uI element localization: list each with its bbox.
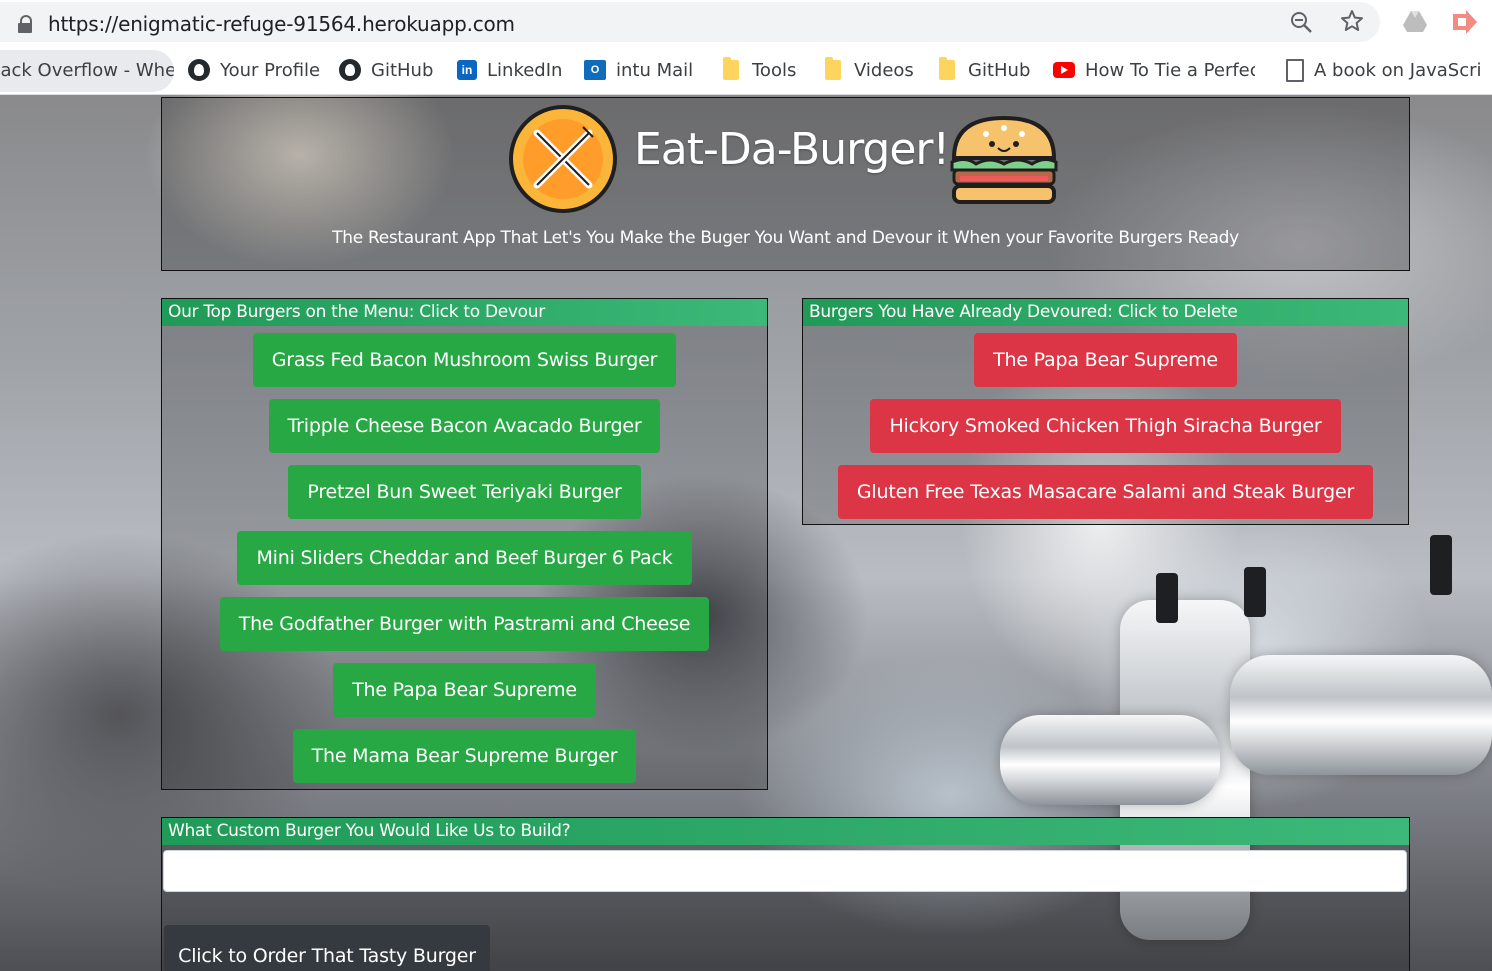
folder-icon [939, 57, 955, 80]
url-text[interactable]: https://enigmatic-refuge-91564.herokuapp… [48, 12, 515, 36]
bookmark-folder-videos[interactable]: Videos [822, 46, 914, 94]
bookmark-folder-github[interactable]: GitHub [936, 46, 1030, 94]
tap-handle-decoration [1244, 567, 1266, 617]
outlook-icon: O [584, 60, 606, 80]
devour-burger-button[interactable]: The Mama Bear Supreme Burger [292, 729, 637, 783]
order-panel-heading: What Custom Burger You Would Like Us to … [162, 818, 1409, 845]
bookmark-linkedin[interactable]: in LinkedIn [457, 46, 562, 94]
bookmark-label: Stack Overflow - Whe [0, 60, 174, 81]
burger-logo-icon [950, 115, 1058, 204]
devour-burger-button[interactable]: Grass Fed Bacon Mushroom Swiss Burger [252, 333, 677, 387]
bookmark-label: intu Mail [616, 59, 694, 81]
devour-burger-button[interactable]: The Papa Bear Supreme [333, 663, 596, 717]
folder-icon [825, 57, 841, 80]
site-title: Eat-Da-Burger! [634, 124, 950, 175]
order-burger-button[interactable]: Click to Order That Tasty Burger [164, 925, 490, 971]
bookmark-github[interactable]: GitHub [339, 46, 433, 94]
bookmark-label: Videos [854, 59, 914, 81]
bookmark-label: Your Profile [220, 59, 321, 81]
bookmark-label: Tools [752, 59, 797, 81]
bookmark-star-icon[interactable] [1340, 9, 1364, 33]
drive-extension-icon[interactable] [1402, 10, 1428, 34]
bookmarks-bar: Stack Overflow - Whe Your Profile GitHub… [0, 46, 1492, 95]
github-icon [188, 59, 210, 81]
menu-burgers-panel: Our Top Burgers on the Menu: Click to De… [161, 298, 768, 790]
devour-burger-button[interactable]: The Godfather Burger with Pastrami and C… [219, 597, 710, 651]
bookmark-stackoverflow[interactable]: Stack Overflow - Whe [0, 50, 174, 92]
beer-tap-decoration [1230, 655, 1492, 775]
beer-tap-decoration [1000, 715, 1220, 805]
bookmark-intu-mail[interactable]: O intu Mail [584, 46, 693, 94]
document-icon [1286, 58, 1304, 82]
bookmark-youtube-tie[interactable]: How To Tie a Perfect [1053, 46, 1255, 94]
bookmark-label: GitHub [968, 59, 1031, 81]
tap-handle-decoration [1156, 573, 1178, 623]
bookmark-folder-tools[interactable]: Tools [720, 46, 796, 94]
youtube-icon [1053, 62, 1075, 78]
devoured-burgers-panel: Burgers You Have Already Devoured: Click… [802, 298, 1409, 525]
order-form-panel: What Custom Burger You Would Like Us to … [161, 817, 1410, 971]
utensils-logo-icon [509, 105, 617, 213]
browser-toolbar: https://enigmatic-refuge-91564.herokuapp… [0, 0, 1492, 46]
extension-icon[interactable] [1450, 10, 1478, 34]
linkedin-icon: in [457, 60, 477, 80]
folder-icon [723, 57, 739, 80]
address-bar[interactable]: https://enigmatic-refuge-91564.herokuapp… [0, 2, 1380, 42]
bookmark-js-book[interactable]: A book on JavaScript [1286, 46, 1482, 94]
bookmark-label: LinkedIn [487, 59, 563, 81]
delete-burger-button[interactable]: Gluten Free Texas Masacare Salami and St… [837, 465, 1374, 519]
page-background: Eat-Da-Burger! The Restaurant App That L… [0, 95, 1492, 971]
github-icon [339, 59, 361, 81]
bookmark-label: GitHub [371, 59, 434, 81]
devoured-panel-heading: Burgers You Have Already Devoured: Click… [803, 299, 1408, 326]
header-jumbotron: Eat-Da-Burger! The Restaurant App That L… [161, 97, 1410, 271]
delete-burger-button[interactable]: Hickory Smoked Chicken Thigh Siracha Bur… [870, 399, 1341, 453]
custom-burger-input[interactable] [163, 850, 1407, 892]
delete-burger-button[interactable]: The Papa Bear Supreme [974, 333, 1237, 387]
bookmark-label: A book on JavaScript [1314, 59, 1482, 81]
bookmark-your-profile[interactable]: Your Profile [188, 46, 320, 94]
tap-handle-decoration [1430, 535, 1452, 595]
devour-burger-button[interactable]: Tripple Cheese Bacon Avacado Burger [268, 399, 661, 453]
site-tagline: The Restaurant App That Let's You Make t… [332, 228, 1239, 248]
devour-burger-button[interactable]: Pretzel Bun Sweet Teriyaki Burger [288, 465, 641, 519]
lock-icon[interactable] [18, 15, 32, 33]
menu-panel-heading: Our Top Burgers on the Menu: Click to De… [162, 299, 767, 326]
devour-burger-button[interactable]: Mini Sliders Cheddar and Beef Burger 6 P… [237, 531, 692, 585]
zoom-icon[interactable] [1290, 11, 1312, 33]
bookmark-label: How To Tie a Perfect [1085, 59, 1255, 81]
